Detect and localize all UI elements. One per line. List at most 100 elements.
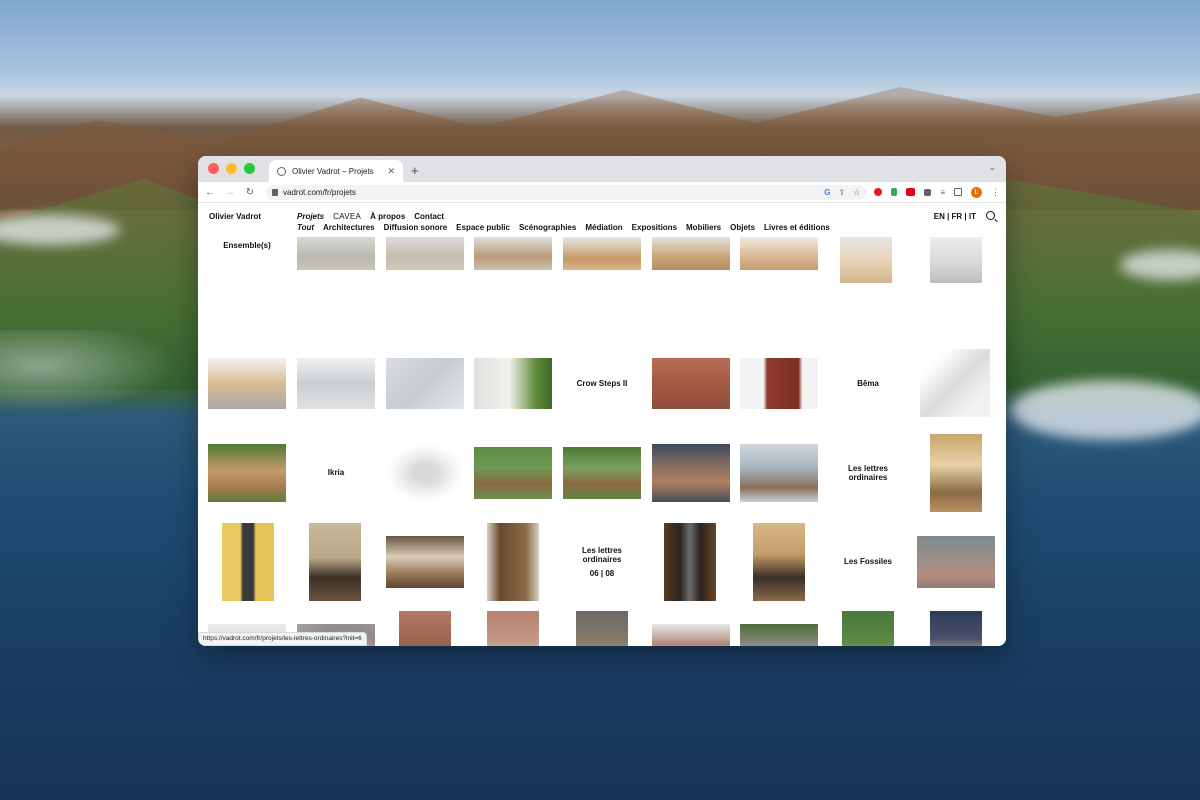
project-thumbnail[interactable] xyxy=(753,523,805,601)
filter-diffusion-sonore[interactable]: Diffusion sonore xyxy=(384,223,448,232)
share-icon[interactable]: ⇪ xyxy=(838,188,845,197)
filter-architectures[interactable]: Architectures xyxy=(323,223,375,232)
filter-objets[interactable]: Objets xyxy=(730,223,755,232)
project-thumbnail[interactable] xyxy=(842,611,894,646)
address-bar[interactable]: vadrot.com/fr/projets G ⇪ ☆ xyxy=(266,184,867,200)
project-thumbnail[interactable] xyxy=(386,444,464,502)
project-label-crow-steps[interactable]: Crow Steps II xyxy=(577,379,628,388)
filter-scenographies[interactable]: Scénographies xyxy=(519,223,576,232)
minimize-window-button[interactable] xyxy=(226,163,237,174)
project-label-lettres-ordinaires-hover[interactable]: Les lettres ordinaires 06 | 08 xyxy=(577,546,627,579)
project-thumbnail[interactable] xyxy=(740,624,818,646)
browser-window: Olivier Vadrot – Projets ✕ + ⌄ ← → ↻ vad… xyxy=(198,156,1006,646)
project-thumbnail[interactable] xyxy=(487,523,539,601)
project-thumbnail[interactable] xyxy=(386,536,464,588)
project-thumbnail[interactable] xyxy=(930,434,982,512)
adblock-extension-icon[interactable] xyxy=(906,188,916,196)
project-label-fossiles[interactable]: Les Fossiles xyxy=(844,557,892,566)
project-thumbnail[interactable] xyxy=(309,523,361,601)
bookmark-star-icon[interactable]: ☆ xyxy=(853,188,860,197)
project-thumbnail[interactable] xyxy=(740,358,818,409)
project-label-lettres-ordinaires[interactable]: Les lettres ordinaires xyxy=(843,464,893,482)
new-tab-button[interactable]: + xyxy=(411,163,419,182)
filter-mobiliers[interactable]: Mobiliers xyxy=(686,223,721,232)
extensions-puzzle-icon[interactable] xyxy=(924,188,932,196)
project-thumbnail[interactable] xyxy=(840,237,892,283)
filter-tout[interactable]: Tout xyxy=(297,223,314,232)
nav-cavea[interactable]: CAVEA xyxy=(333,212,361,221)
web-page: Olivier Vadrot Projets CAVEA À propos Co… xyxy=(198,203,1006,646)
grid-cell[interactable]: Les lettres ordinaires xyxy=(829,444,907,502)
filter-mediation[interactable]: Médiation xyxy=(585,223,622,232)
project-label-ensembles[interactable]: Ensemble(s) xyxy=(223,241,271,250)
extensions-area: ≡ L ⋮ xyxy=(874,186,1000,198)
profile-avatar[interactable]: L xyxy=(971,186,982,198)
tab-title: Olivier Vadrot – Projets xyxy=(292,166,374,176)
project-thumbnail[interactable] xyxy=(930,237,982,283)
window-controls xyxy=(198,163,255,182)
project-thumbnail[interactable] xyxy=(386,358,464,409)
search-icon[interactable] xyxy=(986,211,995,220)
project-thumbnail[interactable] xyxy=(297,237,375,270)
filter-espace-public[interactable]: Espace public xyxy=(456,223,510,232)
project-thumbnail[interactable] xyxy=(297,358,375,409)
forward-button[interactable]: → xyxy=(224,187,236,198)
project-thumbnail[interactable] xyxy=(399,611,451,646)
nav-projets[interactable]: Projets xyxy=(297,212,324,221)
project-label-ikria[interactable]: Ikria xyxy=(328,468,344,477)
project-thumbnail[interactable] xyxy=(563,237,641,270)
project-thumbnail[interactable] xyxy=(474,237,552,270)
globe-icon xyxy=(277,166,286,176)
grid-cell[interactable]: Les lettres ordinaires 06 | 08 xyxy=(563,523,641,601)
nav-a-propos[interactable]: À propos xyxy=(370,212,405,221)
close-tab-icon[interactable]: ✕ xyxy=(387,166,395,177)
nav-contact[interactable]: Contact xyxy=(414,212,444,221)
project-thumbnail[interactable] xyxy=(652,358,730,409)
project-thumbnail[interactable] xyxy=(652,624,730,646)
grid-cell[interactable]: Crow Steps II xyxy=(563,358,641,409)
project-thumbnail[interactable] xyxy=(740,237,818,270)
project-thumbnail[interactable] xyxy=(652,444,730,502)
url-text[interactable]: vadrot.com/fr/projets xyxy=(283,188,819,197)
project-thumbnail[interactable] xyxy=(563,447,641,499)
language-switcher[interactable]: EN | FR | IT xyxy=(934,212,976,221)
chevron-down-icon[interactable]: ⌄ xyxy=(988,162,996,173)
project-thumbnail[interactable] xyxy=(740,444,818,502)
google-translate-icon[interactable]: G xyxy=(824,188,830,197)
side-panel-icon[interactable] xyxy=(954,188,962,196)
fullscreen-window-button[interactable] xyxy=(244,163,255,174)
project-thumbnail[interactable] xyxy=(386,237,464,270)
filter-expositions[interactable]: Expositions xyxy=(632,223,677,232)
back-button[interactable]: ← xyxy=(204,187,216,198)
project-thumbnail[interactable] xyxy=(930,611,982,646)
grid-cell[interactable]: Les Fossiles xyxy=(829,523,907,601)
filter-livres-editions[interactable]: Livres et éditions xyxy=(764,223,830,232)
status-bar-url: https://vadrot.com/fr/projets/les-lettre… xyxy=(198,632,367,646)
grid-cell[interactable]: Ensemble(s) xyxy=(198,237,296,283)
project-thumbnail[interactable] xyxy=(917,536,995,588)
reload-button[interactable]: ↻ xyxy=(244,187,256,198)
browser-tab[interactable]: Olivier Vadrot – Projets ✕ xyxy=(269,160,403,182)
project-thumbnail[interactable] xyxy=(222,523,274,601)
browser-menu-icon[interactable]: ⋮ xyxy=(991,187,1000,198)
tab-bar: Olivier Vadrot – Projets ✕ + ⌄ xyxy=(198,156,1006,182)
project-thumbnail[interactable] xyxy=(487,611,539,646)
green-extension-icon[interactable] xyxy=(891,188,898,196)
project-label-bema[interactable]: Bēma xyxy=(857,379,879,388)
project-thumbnail[interactable] xyxy=(652,237,730,270)
project-thumbnail[interactable] xyxy=(208,444,286,502)
browser-toolbar: ← → ↻ vadrot.com/fr/projets G ⇪ ☆ ≡ L ⋮ xyxy=(198,182,1006,203)
project-thumbnail[interactable] xyxy=(474,447,552,499)
grid-cell[interactable]: Ikria xyxy=(297,444,375,502)
project-thumbnail[interactable] xyxy=(664,523,716,601)
reading-list-icon[interactable]: ≡ xyxy=(940,188,945,197)
project-thumbnail[interactable] xyxy=(208,358,286,409)
grid-cell[interactable]: Bēma xyxy=(829,358,907,409)
project-thumbnail[interactable] xyxy=(474,358,552,409)
close-window-button[interactable] xyxy=(208,163,219,174)
category-filter: Tout Architectures Diffusion sonore Espa… xyxy=(297,223,830,232)
project-thumbnail[interactable] xyxy=(576,611,628,646)
site-name[interactable]: Olivier Vadrot xyxy=(209,212,261,221)
opera-extension-icon[interactable] xyxy=(874,188,883,196)
project-thumbnail[interactable] xyxy=(920,349,990,417)
